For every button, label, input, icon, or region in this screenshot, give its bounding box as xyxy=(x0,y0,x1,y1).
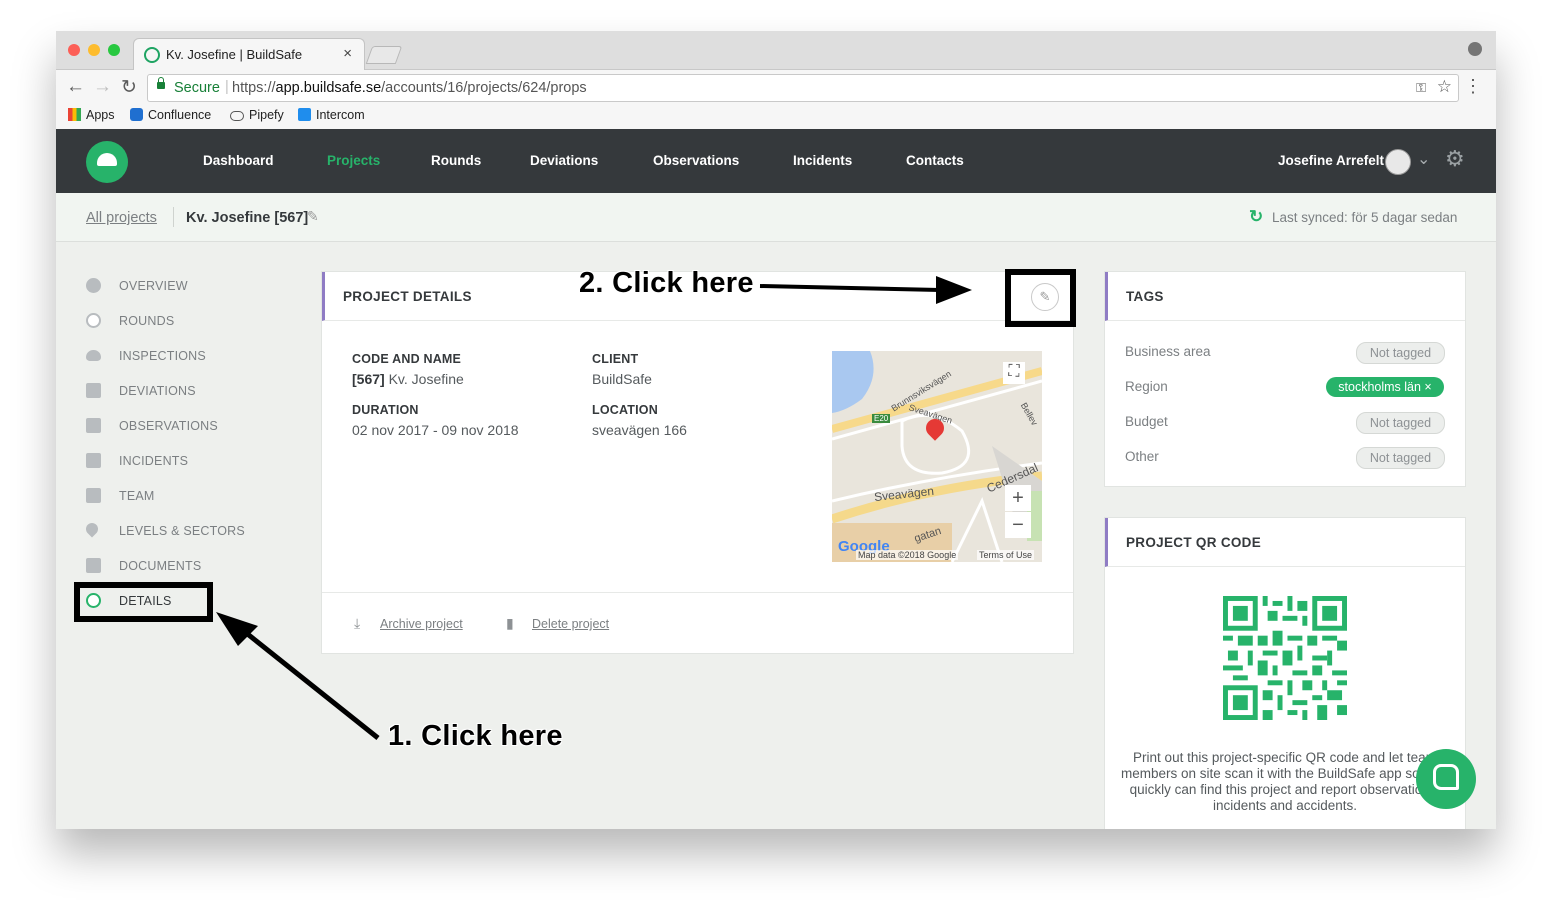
annotation-step-1: 1. Click here xyxy=(388,720,563,752)
annotation-arrows xyxy=(216,276,972,740)
annotation-step-2: 2. Click here xyxy=(579,267,754,299)
